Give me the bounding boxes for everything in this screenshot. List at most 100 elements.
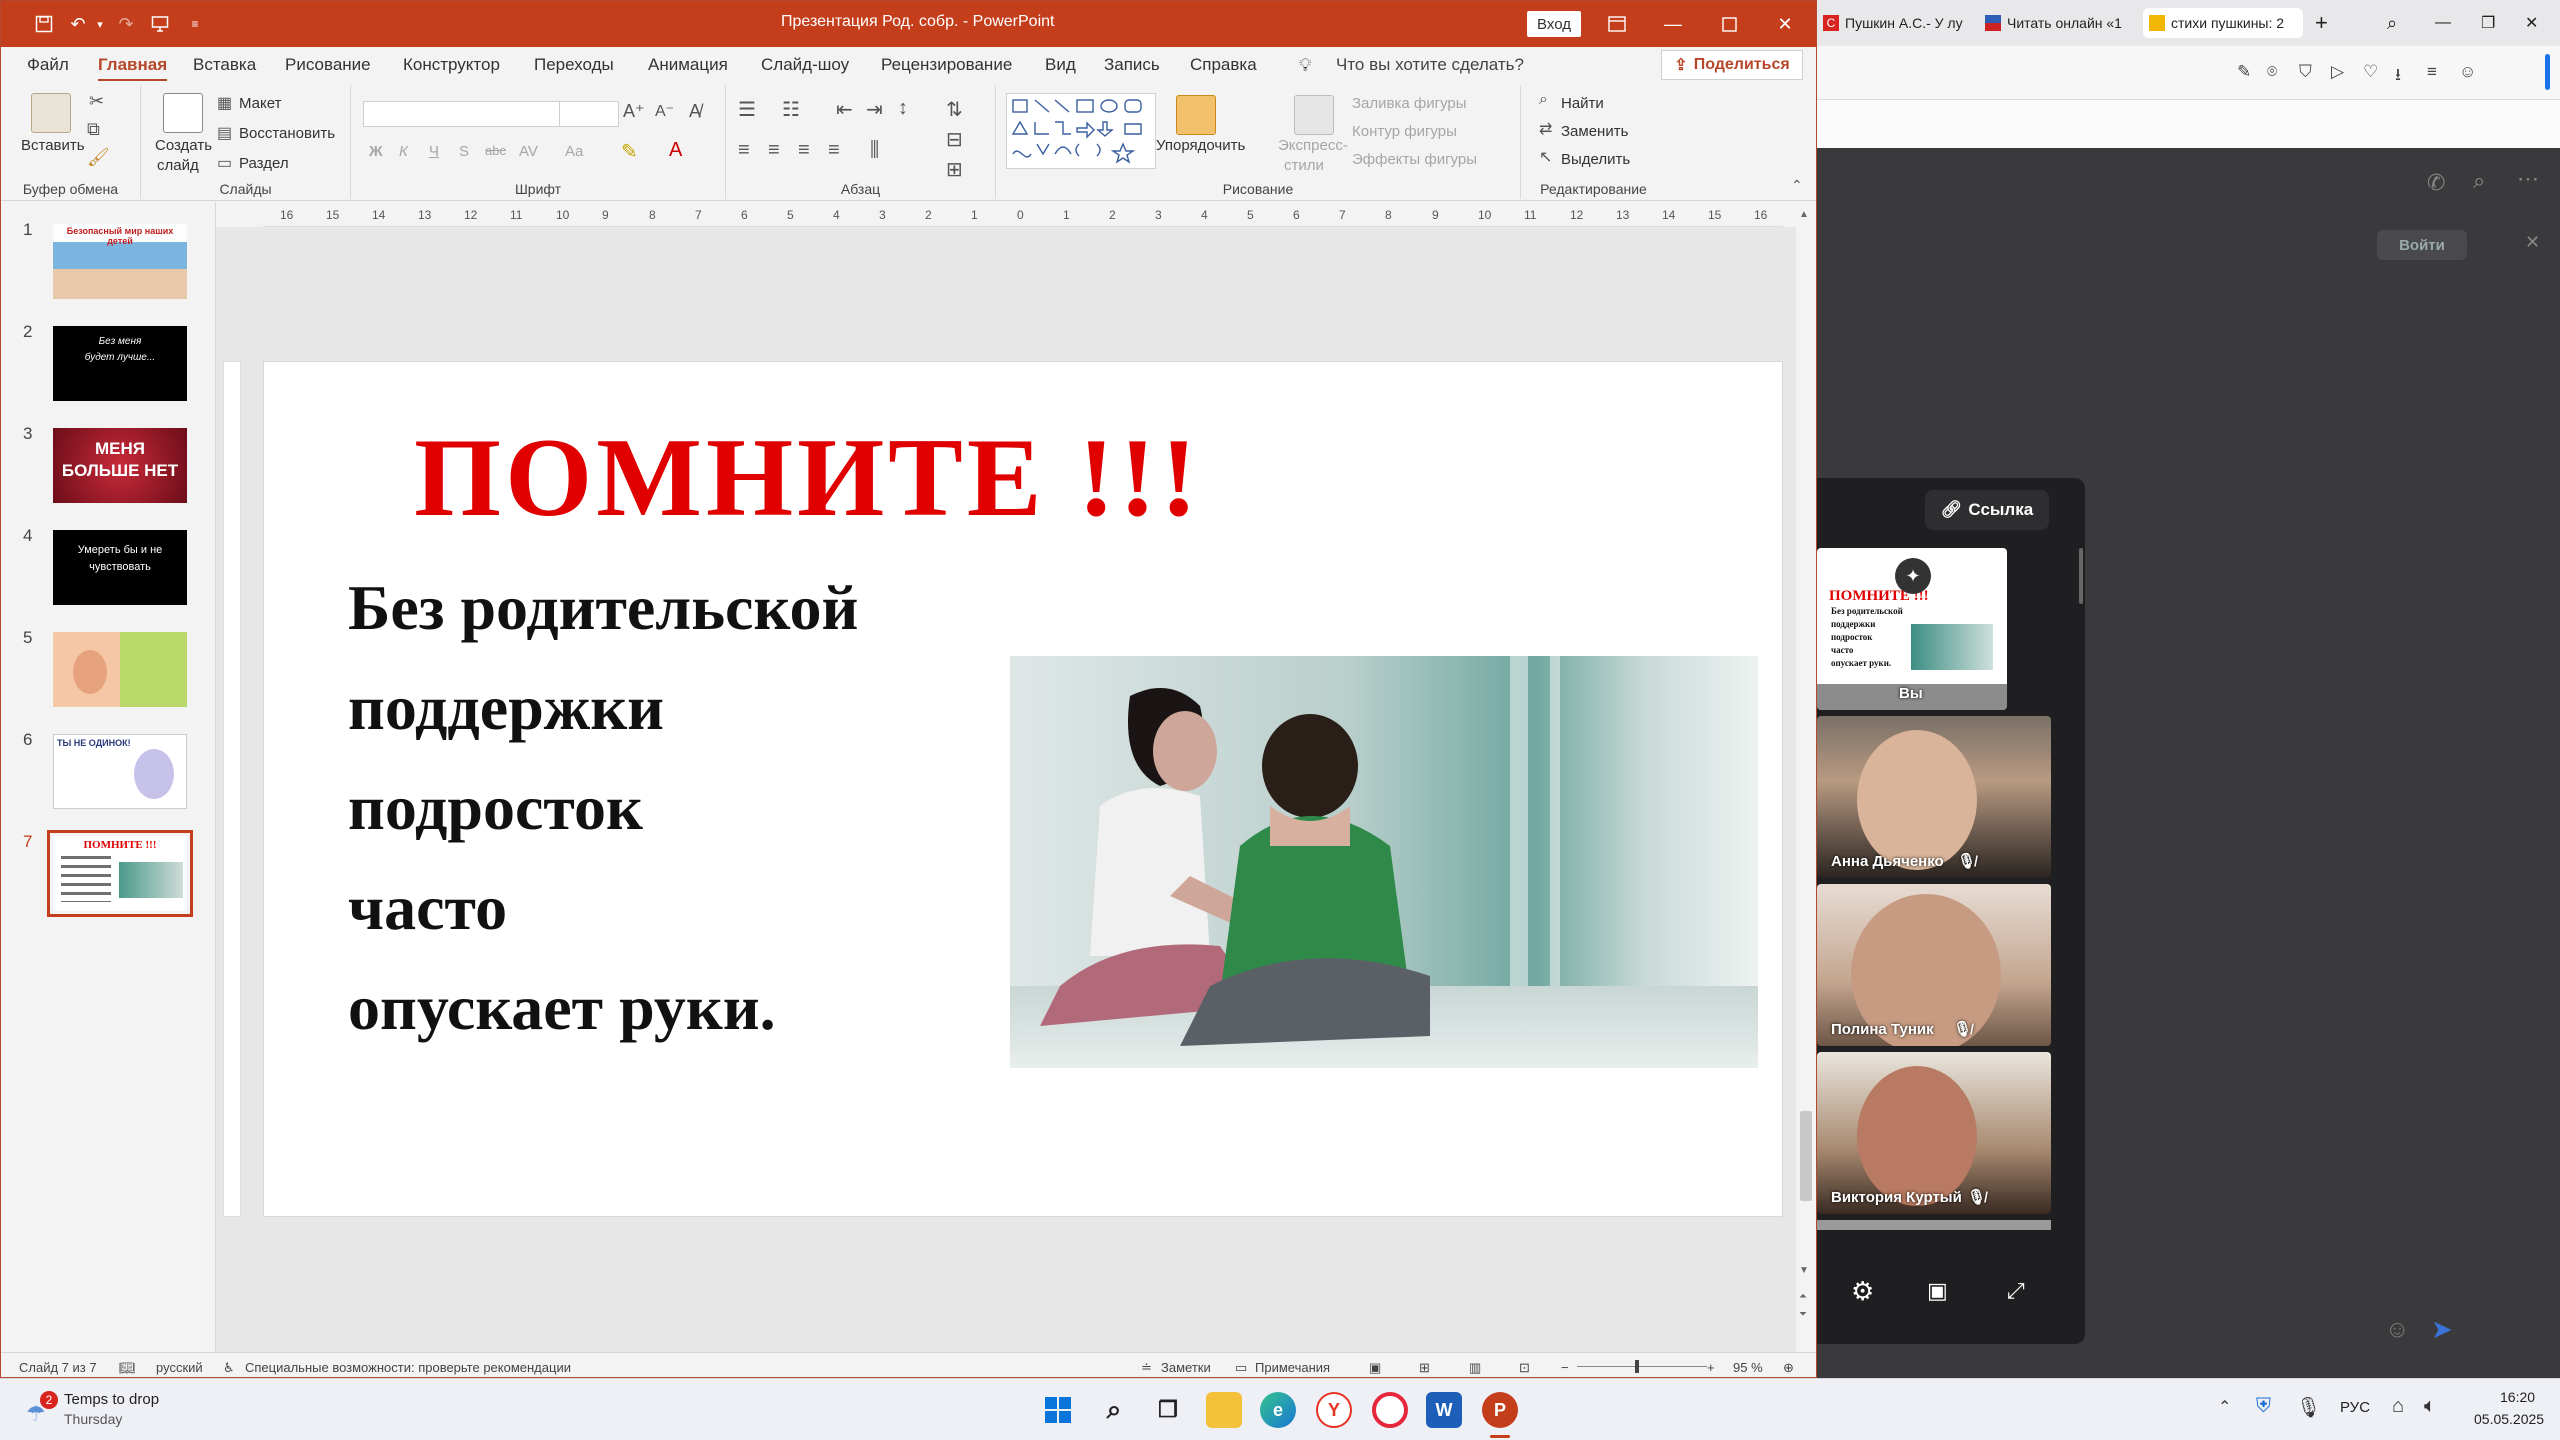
font-color-icon[interactable]: A — [669, 139, 682, 162]
slide-thumbnail-3[interactable]: МЕНЯ БОЛЬШЕ НЕТ — [53, 428, 187, 503]
clock-time[interactable]: 16:20 — [2500, 1389, 2535, 1405]
tab-transitions[interactable]: Переходы — [534, 55, 614, 75]
slideshow-view-icon[interactable]: ⊡ — [1519, 1360, 1530, 1376]
zoom-out-icon[interactable]: − — [1561, 1360, 1569, 1375]
copy-icon[interactable]: ⧉ — [87, 119, 100, 140]
close-banner-icon[interactable]: ✕ — [2525, 232, 2540, 253]
numbering-icon[interactable]: ☷ — [782, 97, 800, 122]
find-icon[interactable]: ⌕ — [1539, 91, 1548, 109]
select-icon[interactable]: ↖ — [1539, 147, 1552, 167]
send-icon[interactable]: ➤ — [2431, 1314, 2453, 1345]
change-case-button[interactable]: Aa — [565, 143, 583, 160]
shapes-gallery[interactable] — [1006, 93, 1156, 169]
align-center-icon[interactable]: ≡ — [768, 139, 780, 162]
ribbon-display-options-icon[interactable] — [1589, 1, 1645, 47]
cut-icon[interactable]: ✂ — [89, 91, 104, 112]
zoom-slider[interactable] — [1577, 1366, 1707, 1367]
weather-text[interactable]: Temps to drop — [64, 1391, 159, 1408]
increase-indent-icon[interactable]: ⇥ — [866, 97, 883, 122]
shadow-button[interactable]: S — [459, 143, 469, 160]
grow-font-icon[interactable]: A⁺ — [623, 101, 645, 122]
char-spacing-button[interactable]: AV — [519, 143, 538, 160]
quick-styles-icon[interactable] — [1294, 95, 1334, 135]
arrange-icon[interactable] — [1176, 95, 1216, 135]
word-icon[interactable]: W — [1426, 1392, 1462, 1428]
replace-icon[interactable]: ⇄ — [1539, 119, 1552, 139]
find-button[interactable]: Найти — [1561, 95, 1604, 112]
new-slide-icon[interactable] — [163, 93, 203, 133]
bullets-icon[interactable]: ☰ — [738, 97, 756, 122]
strikethrough-button[interactable]: abc — [485, 143, 506, 158]
panel-scrollbar[interactable] — [2079, 548, 2083, 604]
font-size-select[interactable] — [559, 101, 619, 127]
select-button[interactable]: Выделить — [1561, 151, 1630, 168]
maximize-icon[interactable] — [1701, 1, 1757, 47]
edge-icon[interactable]: e — [1260, 1392, 1296, 1428]
shape-fill-button[interactable]: Заливка фигуры — [1352, 95, 1467, 112]
tab-animations[interactable]: Анимация — [648, 55, 728, 75]
italic-button[interactable]: К — [399, 143, 408, 160]
tab-help[interactable]: Справка — [1190, 55, 1257, 75]
slideshow-from-start-icon[interactable] — [145, 10, 175, 38]
format-painter-icon[interactable]: 🖌︎ — [87, 147, 110, 168]
arrange-button[interactable]: Упорядочить — [1156, 137, 1245, 154]
file-explorer-icon[interactable] — [1206, 1392, 1242, 1428]
customize-qat-icon[interactable]: ≡ — [185, 10, 205, 38]
task-view-icon[interactable]: ❐ — [1150, 1392, 1186, 1428]
quick-styles-label-1[interactable]: Экспресс- — [1278, 137, 1348, 154]
microphone-icon[interactable]: 🎙︎ — [2296, 1395, 2321, 1420]
clear-formatting-icon[interactable]: A̸ — [689, 101, 701, 122]
participant-tile[interactable]: Анна Дьяченко 🎙︎̸ — [1817, 716, 2051, 878]
login-button[interactable]: Войти — [2377, 230, 2467, 260]
slide-thumbnail-7[interactable]: ПОМНИТЕ !!! — [47, 830, 193, 917]
redo-icon[interactable]: ↷ — [111, 10, 141, 38]
reset-button[interactable]: Восстановить — [239, 125, 335, 142]
share-button[interactable]: ⇪ Поделиться — [1661, 50, 1803, 80]
next-slide-icon[interactable]: ⏷ — [1799, 1309, 1807, 1320]
tab-draw[interactable]: Рисование — [285, 55, 371, 75]
clock-date[interactable]: 05.05.2025 — [2474, 1411, 2544, 1427]
line-spacing-icon[interactable]: ↕ — [898, 97, 908, 120]
copy-link-button[interactable]: 🔗︎ Ссылка — [1925, 490, 2049, 530]
tab-view[interactable]: Вид — [1045, 55, 1076, 75]
shape-outline-button[interactable]: Контур фигуры — [1352, 123, 1457, 140]
new-slide-label-2[interactable]: слайд — [157, 157, 199, 174]
comments-button[interactable]: Примечания — [1255, 1360, 1330, 1375]
highlight-icon[interactable]: ✎ — [621, 139, 638, 164]
fullscreen-icon[interactable]: ⤢ — [2007, 1278, 2025, 1304]
browser-tab[interactable]: Читать онлайн «1 — [1985, 8, 2135, 38]
reading-view-icon[interactable]: ▥ — [1469, 1360, 1481, 1376]
layout-icon[interactable]: ▦ — [217, 93, 232, 113]
tab-record[interactable]: Запись — [1104, 55, 1160, 75]
layout-icon[interactable]: ▣ — [1927, 1278, 1948, 1304]
scroll-down-icon[interactable]: ▼ — [1799, 1265, 1809, 1276]
slide-body-text[interactable]: Без родительской поддержки подросток час… — [348, 558, 858, 1058]
search-icon[interactable]: ⌕ — [2473, 168, 2485, 194]
layout-button[interactable]: Макет — [239, 95, 281, 112]
align-left-icon[interactable]: ≡ — [738, 139, 750, 162]
new-tab-icon[interactable]: + — [2315, 8, 2328, 38]
participant-tile[interactable]: Виктория Куртый 🎙︎̸ — [1817, 1052, 2051, 1214]
scroll-up-icon[interactable]: ▲ — [1799, 209, 1809, 220]
accessibility-status[interactable]: Специальные возможности: проверьте реком… — [245, 1360, 571, 1375]
scrollbar-thumb[interactable] — [1800, 1111, 1812, 1201]
defender-icon[interactable]: ⛨ — [2256, 1395, 2271, 1418]
tab-insert[interactable]: Вставка — [193, 55, 256, 75]
menu-icon[interactable]: ≡ — [2427, 62, 2437, 82]
current-slide[interactable]: ПОМНИТЕ !!! Без родительской поддержки п… — [263, 361, 1783, 1217]
favorites-icon[interactable]: ♡ — [2363, 62, 2378, 82]
bold-button[interactable]: Ж — [369, 143, 383, 160]
minimize-icon[interactable]: — — [2435, 8, 2451, 38]
language-indicator[interactable]: русский — [156, 1360, 203, 1375]
paste-label[interactable]: Вставить — [21, 137, 85, 154]
restore-icon[interactable]: ❐ — [2481, 8, 2495, 38]
emoji-icon[interactable]: ☺ — [2385, 1316, 2410, 1344]
vertical-scrollbar[interactable]: ▲ ▼ ⏶ ⏷ — [1796, 205, 1816, 1352]
align-text-icon[interactable]: ⊟ — [946, 127, 963, 152]
zoom-level[interactable]: 95 % — [1733, 1360, 1763, 1375]
participant-tile[interactable]: Полина Туник 🎙︎̸ — [1817, 884, 2051, 1046]
section-button[interactable]: Раздел — [239, 155, 289, 172]
shape-effects-button[interactable]: Эффекты фигуры — [1352, 151, 1477, 168]
slide-sorter-icon[interactable]: ⊞ — [1419, 1360, 1430, 1376]
close-icon[interactable]: ✕ — [2525, 8, 2538, 38]
